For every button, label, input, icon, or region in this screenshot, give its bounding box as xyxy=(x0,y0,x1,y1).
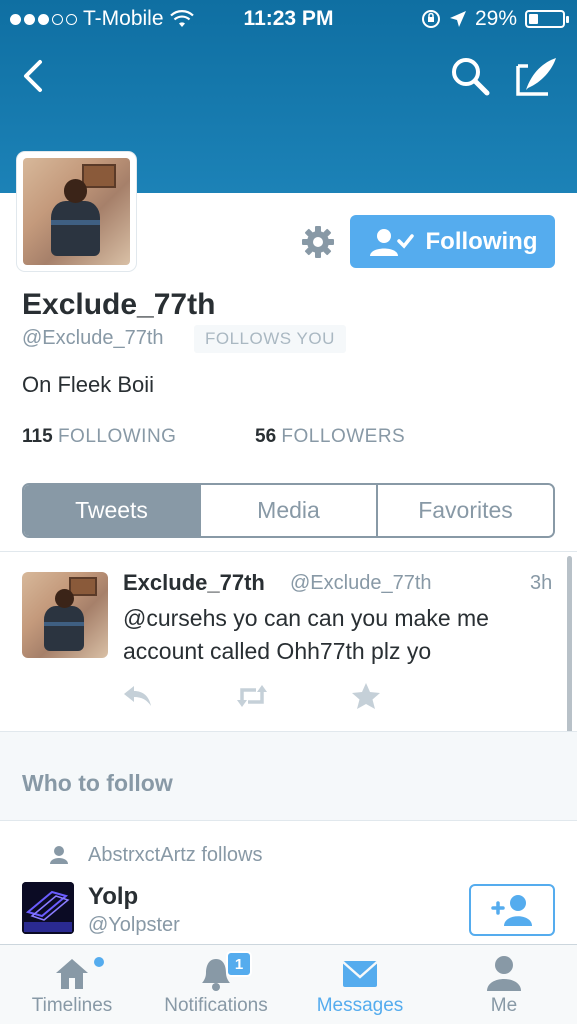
tab-tweets[interactable]: Tweets xyxy=(24,485,201,536)
notifications-badge: 1 xyxy=(226,951,252,977)
tab-timelines[interactable]: Timelines xyxy=(0,945,144,1025)
profile-avatar[interactable] xyxy=(17,152,136,271)
new-content-dot xyxy=(94,957,104,967)
suggestion-name[interactable]: Yolp xyxy=(88,883,138,911)
envelope-icon xyxy=(342,961,378,987)
suggestion-avatar[interactable] xyxy=(22,882,74,934)
following-button[interactable]: Following xyxy=(350,215,555,268)
following-stat[interactable]: 115 FOLLOWING xyxy=(22,426,176,448)
divider xyxy=(0,551,577,552)
gear-icon[interactable] xyxy=(300,224,336,260)
tweet-author-handle: @Exclude_77th xyxy=(290,572,432,594)
tab-timelines-label: Timelines xyxy=(31,995,113,1016)
tab-messages-label: Messages xyxy=(316,995,404,1016)
location-arrow-icon xyxy=(449,11,466,27)
suggestion-context: AbstrxctArtz follows xyxy=(88,844,263,866)
favorite-star-icon[interactable] xyxy=(350,682,382,710)
tab-favorites[interactable]: Favorites xyxy=(378,485,553,536)
profile-photo xyxy=(23,158,130,265)
reply-icon[interactable] xyxy=(122,682,154,710)
follows-you-badge: FOLLOWS YOU xyxy=(194,325,346,353)
tweet-text[interactable]: @cursehs yo can can you make me account … xyxy=(123,602,543,668)
profile-screen-name: @Exclude_77th xyxy=(22,327,164,349)
followers-count: 56 xyxy=(255,426,277,447)
tweet-author-name: Exclude_77th xyxy=(123,570,265,595)
followers-label: FOLLOWERS xyxy=(281,426,406,447)
who-to-follow-title: Who to follow xyxy=(22,770,173,796)
suggestion-handle: @Yolpster xyxy=(88,914,180,936)
profile-segmented-control: Tweets Media Favorites xyxy=(22,483,555,538)
tweet-timestamp: 3h xyxy=(530,572,553,594)
add-person-icon xyxy=(491,895,532,926)
following-count: 115 xyxy=(22,426,53,447)
person-icon xyxy=(487,956,521,991)
following-label: FOLLOWING xyxy=(57,426,177,447)
tab-notifications[interactable]: 1 Notifications xyxy=(144,945,288,1025)
tab-messages[interactable]: Messages xyxy=(288,945,432,1025)
chevron-left-icon[interactable] xyxy=(16,58,52,94)
rotation-lock-icon xyxy=(421,10,440,28)
tab-me[interactable]: Me xyxy=(432,945,576,1025)
compose-icon[interactable] xyxy=(514,54,560,98)
battery-percent: 29% xyxy=(474,7,517,30)
followers-stat[interactable]: 56 FOLLOWERS xyxy=(255,426,405,448)
tweet-avatar-photo xyxy=(22,572,108,658)
following-button-label: Following xyxy=(425,227,538,255)
person-icon xyxy=(50,846,68,864)
profile-bio: On Fleek Boii xyxy=(22,372,155,397)
tab-notifications-label: Notifications xyxy=(164,995,268,1016)
yolp-logo xyxy=(22,882,74,934)
status-right: 29% xyxy=(421,7,569,31)
profile-display-name: Exclude_77th xyxy=(22,288,216,321)
tab-me-label: Me xyxy=(490,995,518,1016)
status-bar: T-Mobile 11:23 PM 29% xyxy=(0,0,577,38)
follow-suggestion-button[interactable] xyxy=(469,884,555,936)
home-icon xyxy=(56,959,88,989)
retweet-icon[interactable] xyxy=(236,682,268,710)
person-check-icon xyxy=(369,228,414,256)
tweet-avatar[interactable] xyxy=(22,572,108,658)
battery-icon xyxy=(525,10,569,28)
search-icon[interactable] xyxy=(448,54,492,98)
tab-media[interactable]: Media xyxy=(201,485,378,536)
bottom-tab-bar: Timelines 1 Notifications Messages Me xyxy=(0,944,577,1024)
